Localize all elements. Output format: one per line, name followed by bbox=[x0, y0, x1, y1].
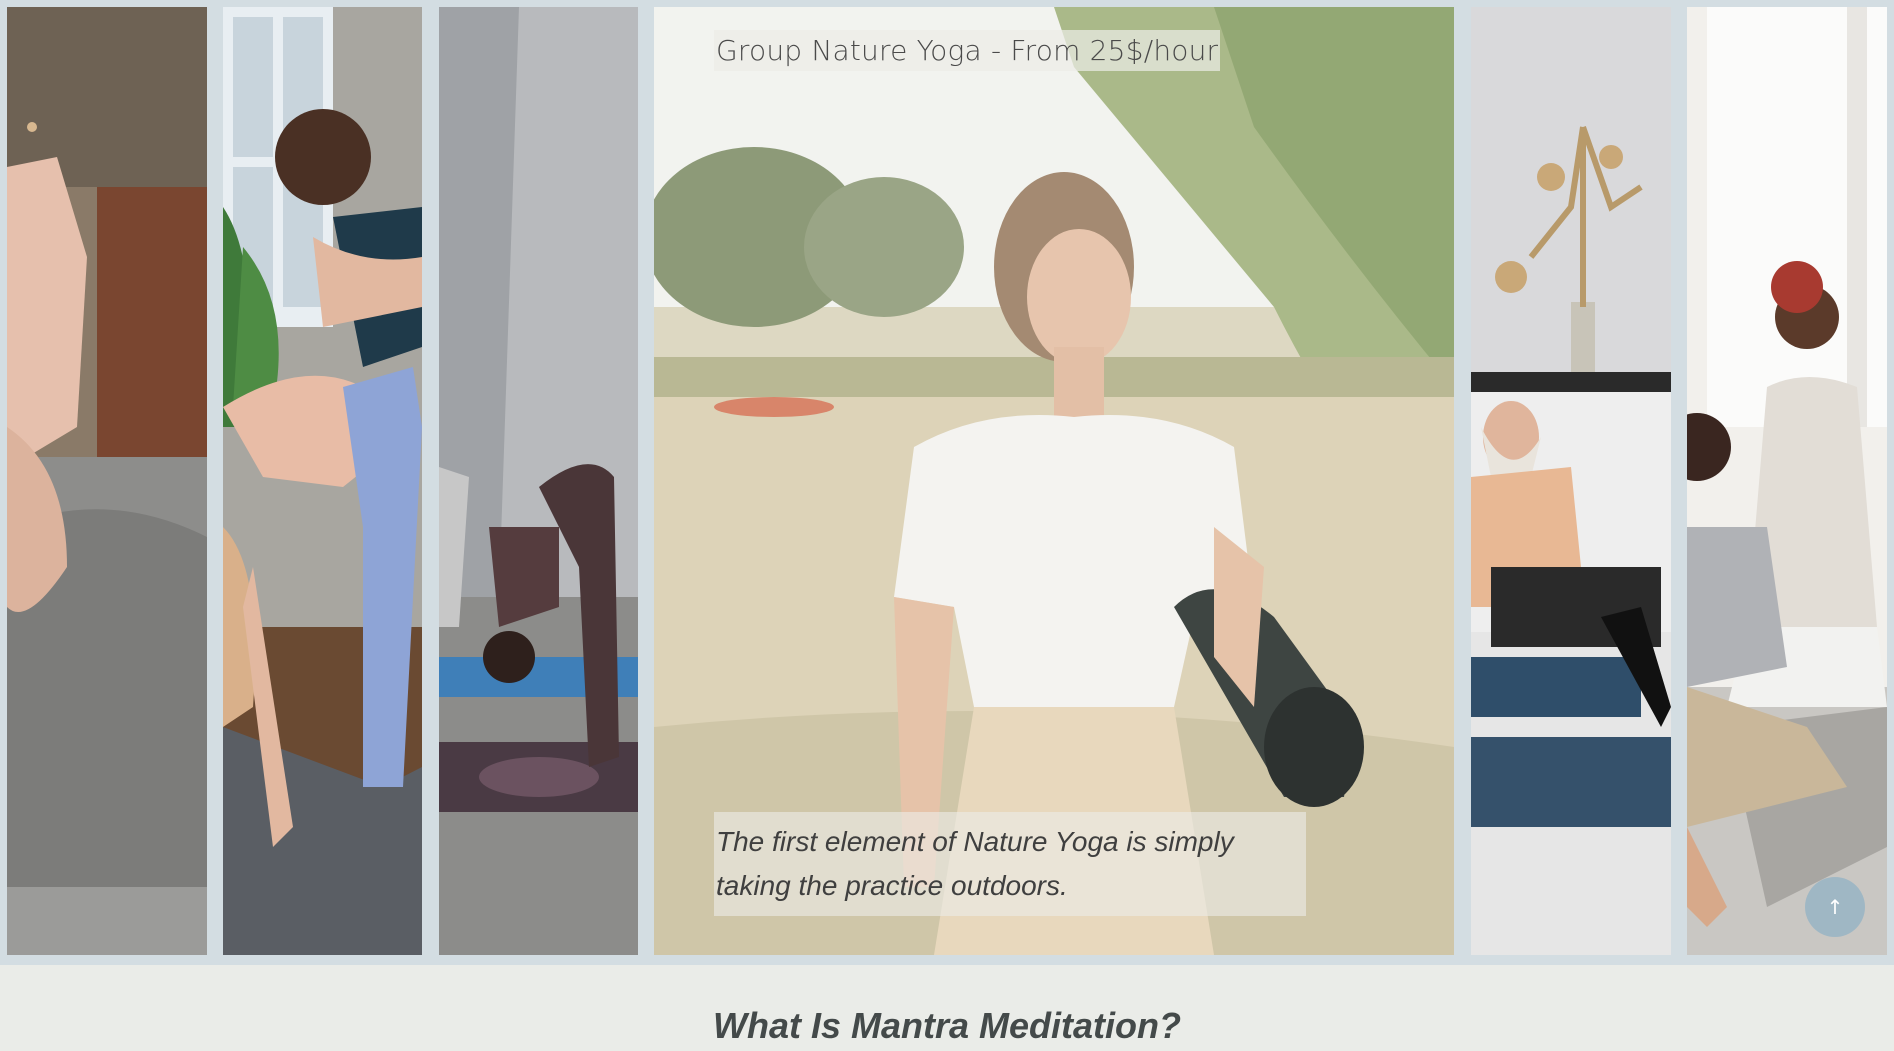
section-heading: What Is Mantra Meditation? bbox=[713, 1005, 1181, 1046]
photo-gallery: Group Nature Yoga - From 25$/hour The fi… bbox=[0, 0, 1894, 965]
gallery-image-seated-man[interactable] bbox=[1471, 7, 1671, 955]
gallery-featured-nature-yoga[interactable]: Group Nature Yoga - From 25$/hour The fi… bbox=[654, 7, 1454, 955]
gallery-image-meditation-hands[interactable] bbox=[7, 7, 207, 955]
photo-meditation-hands bbox=[7, 7, 207, 955]
photo-yoga-instructor bbox=[223, 7, 422, 955]
photo-forward-fold bbox=[439, 7, 638, 955]
gallery-image-two-meditators[interactable] bbox=[1687, 7, 1887, 955]
photo-two-meditators bbox=[1687, 7, 1887, 955]
scroll-to-top-button[interactable]: ↑ bbox=[1805, 877, 1865, 937]
featured-description: The first element of Nature Yoga is simp… bbox=[714, 812, 1306, 916]
gallery-image-forward-fold[interactable] bbox=[439, 7, 638, 955]
photo-seated-man bbox=[1471, 7, 1671, 955]
gallery-image-yoga-instructor[interactable] bbox=[223, 7, 422, 955]
arrow-up-icon: ↑ bbox=[1826, 895, 1844, 919]
featured-title: Group Nature Yoga - From 25$/hour bbox=[714, 30, 1221, 71]
